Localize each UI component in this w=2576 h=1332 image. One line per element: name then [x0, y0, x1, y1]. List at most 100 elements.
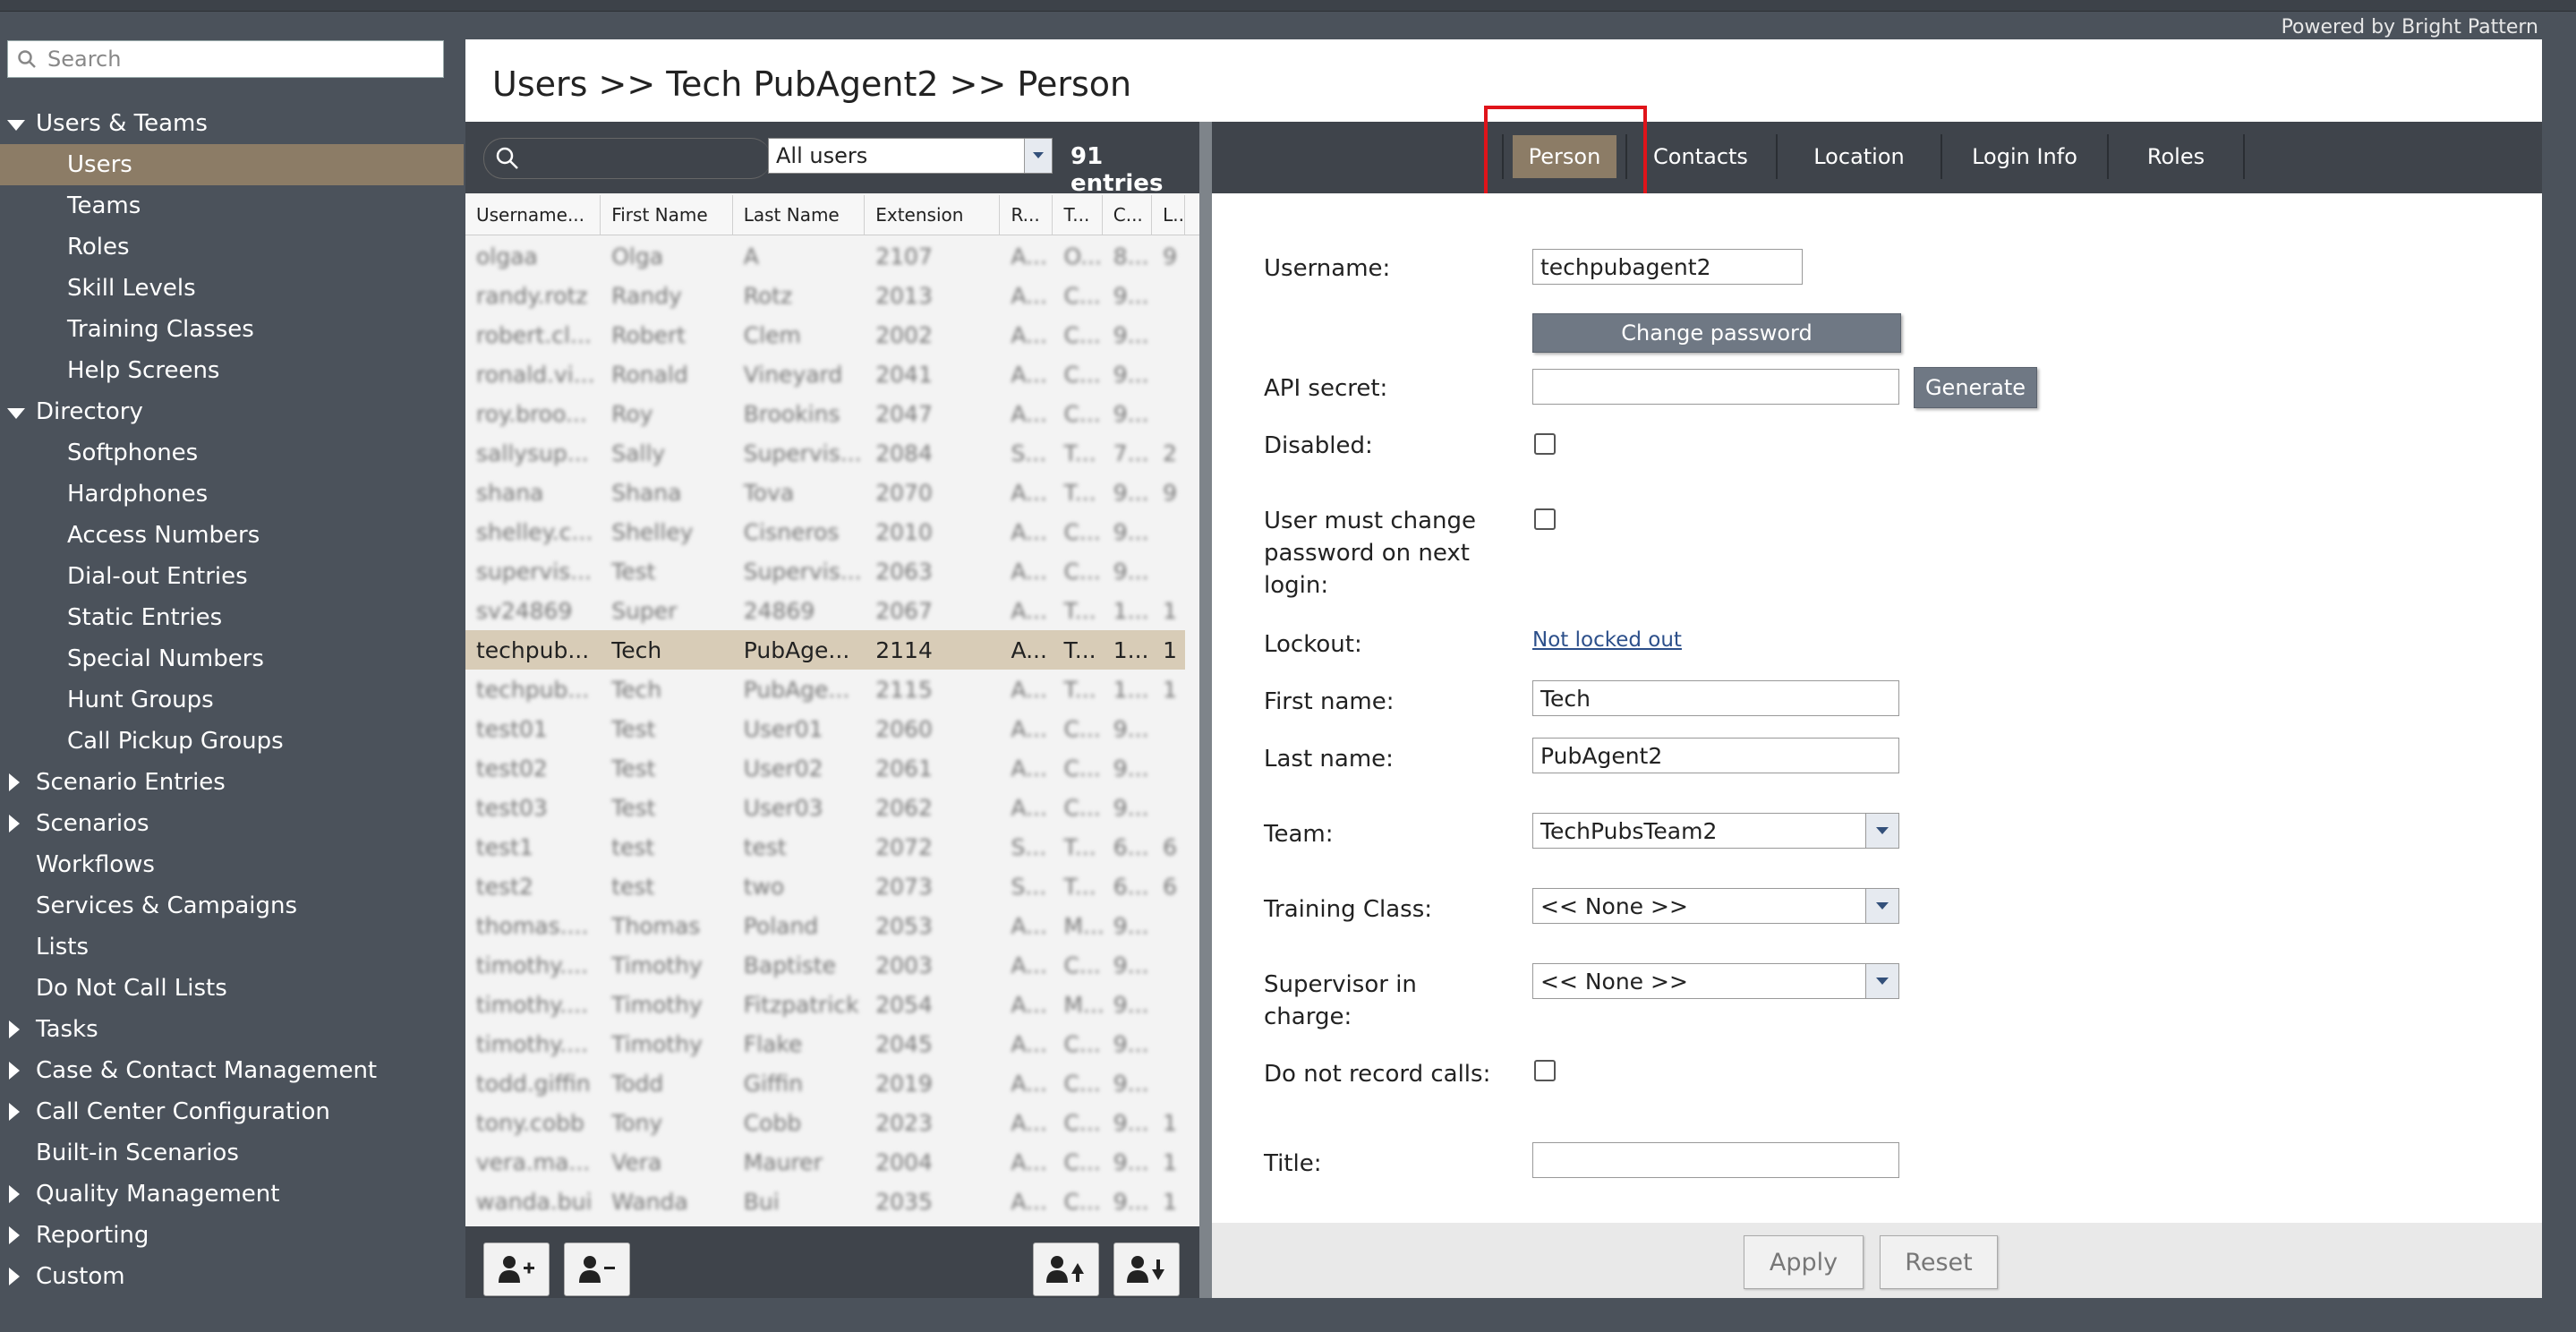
table-row[interactable]: shelley.c... Shelley Cisneros 2010 A... C... 9… — [465, 512, 1185, 551]
sidebar-item-scenarios[interactable]: Scenarios — [0, 803, 464, 844]
table-row[interactable]: test01 Test User01 2060 A... C... 9... — [465, 709, 1185, 748]
add-user-button[interactable] — [483, 1242, 550, 1296]
training-class-select[interactable]: << None >> — [1532, 888, 1899, 924]
column-header[interactable]: Last Name — [733, 195, 866, 235]
sidebar-item-softphones[interactable]: Softphones — [0, 432, 464, 474]
table-row[interactable]: thomas.... Thomas Poland 2053 A... M... 9... — [465, 906, 1185, 945]
table-row[interactable]: wanda.bui Wanda Bui 2035 A... C... 9... 1 — [465, 1182, 1185, 1221]
sidebar-item-roles[interactable]: Roles — [0, 226, 464, 268]
tab-login-info[interactable]: Login Info — [1942, 134, 2109, 179]
sidebar-search-input[interactable] — [46, 46, 425, 73]
title-field[interactable] — [1532, 1142, 1899, 1178]
sidebar-item-static-entries[interactable]: Static Entries — [0, 597, 464, 638]
tab-location[interactable]: Location — [1778, 134, 1942, 179]
sidebar-item-dial-out-entries[interactable]: Dial-out Entries — [0, 556, 464, 597]
table-row[interactable]: test2 test two 2073 S... T... 6... 6 — [465, 867, 1185, 906]
column-header[interactable]: C... — [1103, 195, 1153, 235]
api-secret-field[interactable] — [1532, 369, 1899, 405]
sidebar-item-call-pickup-groups[interactable]: Call Pickup Groups — [0, 721, 464, 762]
table-row[interactable]: timothy.... Timothy Fitzpatrick 2054 A... M..… — [465, 985, 1185, 1024]
table-row[interactable]: techpub... Tech PubAge... 2115 A... T... 1... 1 — [465, 670, 1185, 709]
table-row[interactable]: randy.rotz Randy Rotz 2013 A... C... 9... — [465, 276, 1185, 315]
expand-right-icon[interactable] — [9, 1062, 20, 1080]
expand-down-icon[interactable] — [7, 408, 25, 419]
first-name-field[interactable]: Tech — [1532, 680, 1899, 716]
sidebar-item-built-in-scenarios[interactable]: Built-in Scenarios — [0, 1132, 464, 1174]
column-header[interactable]: Extension — [865, 195, 1001, 235]
change-password-button[interactable]: Change password — [1532, 313, 1901, 353]
expand-right-icon[interactable] — [9, 773, 20, 791]
disabled-checkbox[interactable] — [1534, 433, 1556, 455]
last-name-field[interactable]: PubAgent2 — [1532, 738, 1899, 773]
list-search-field[interactable] — [483, 138, 771, 179]
sidebar-item-teams[interactable]: Teams — [0, 185, 464, 226]
apply-button[interactable]: Apply — [1744, 1235, 1864, 1289]
sidebar-item-special-numbers[interactable]: Special Numbers — [0, 638, 464, 679]
sidebar-item-access-numbers[interactable]: Access Numbers — [0, 515, 464, 556]
generate-button[interactable]: Generate — [1914, 367, 2037, 408]
table-row[interactable]: tony.cobb Tony Cobb 2023 A... C... 9... 1 — [465, 1103, 1185, 1142]
sidebar-item-custom[interactable]: Custom — [0, 1256, 464, 1297]
chevron-down-icon[interactable] — [1865, 964, 1898, 998]
sidebar-item-users-teams[interactable]: Users & Teams — [0, 103, 464, 144]
sidebar-item-help-screens[interactable]: Help Screens — [0, 350, 464, 391]
expand-right-icon[interactable] — [9, 1185, 20, 1203]
sidebar-item-quality-management[interactable]: Quality Management — [0, 1174, 464, 1215]
table-row[interactable]: roy.broo... Roy Brookins 2047 A... C... 9... — [465, 394, 1185, 433]
table-row[interactable]: vera.ma... Vera Maurer 2004 A... C... 9... 1 — [465, 1142, 1185, 1182]
sidebar-item-users[interactable]: Users — [0, 144, 464, 185]
sidebar-item-tasks[interactable]: Tasks — [0, 1009, 464, 1050]
table-row[interactable]: test03 Test User03 2062 A... C... 9... — [465, 788, 1185, 827]
column-header[interactable]: R... — [1000, 195, 1053, 235]
sidebar-item-skill-levels[interactable]: Skill Levels — [0, 268, 464, 309]
must-change-password-checkbox[interactable] — [1534, 508, 1556, 530]
table-row[interactable]: robert.cl... Robert Clem 2002 A... C... 9... — [465, 315, 1185, 354]
table-row[interactable]: test1 test test 2072 S... T... 6... 6 — [465, 827, 1185, 867]
reset-button[interactable]: Reset — [1880, 1235, 1998, 1289]
expand-right-icon[interactable] — [9, 815, 20, 832]
panel-splitter[interactable] — [1199, 122, 1212, 1298]
team-select[interactable]: TechPubsTeam2 — [1532, 813, 1899, 849]
sidebar-item-directory[interactable]: Directory — [0, 391, 464, 432]
chevron-down-icon[interactable] — [1865, 889, 1898, 923]
table-row[interactable]: sv24869 Super 24869 2067 A... T... 1... 1 — [465, 591, 1185, 630]
column-header[interactable]: T... — [1053, 195, 1103, 235]
username-field[interactable]: techpubagent2 — [1532, 249, 1803, 285]
lockout-link[interactable]: Not locked out — [1532, 628, 1682, 652]
sidebar-item-lists[interactable]: Lists — [0, 926, 464, 968]
supervisor-select[interactable]: << None >> — [1532, 963, 1899, 999]
user-filter-dropdown[interactable]: All users — [768, 138, 1053, 174]
column-header[interactable]: Username... — [465, 195, 601, 235]
sidebar-search[interactable] — [7, 40, 444, 78]
import-users-button[interactable] — [1033, 1242, 1099, 1296]
sidebar-item-training-classes[interactable]: Training Classes — [0, 309, 464, 350]
sidebar-item-case-contact-management[interactable]: Case & Contact Management — [0, 1050, 464, 1091]
table-row[interactable]: ronald.vi... Ronald Vineyard 2041 A... C... 9.… — [465, 354, 1185, 394]
expand-right-icon[interactable] — [9, 1226, 20, 1244]
chevron-down-icon[interactable] — [1024, 139, 1052, 173]
table-row[interactable]: todd.giffin Todd Giffin 2019 A... C... 9... — [465, 1063, 1185, 1103]
table-row[interactable]: timothy.... Timothy Flake 2045 A... C... 9... — [465, 1024, 1185, 1063]
chevron-down-icon[interactable] — [1865, 814, 1898, 848]
sidebar-item-call-center-configuration[interactable]: Call Center Configuration — [0, 1091, 464, 1132]
export-users-button[interactable] — [1113, 1242, 1180, 1296]
table-row[interactable]: sallysup... Sally Supervis... 2084 S... T... 7… — [465, 433, 1185, 473]
expand-down-icon[interactable] — [7, 120, 25, 131]
table-row[interactable]: test02 Test User02 2061 A... C... 9... — [465, 748, 1185, 788]
table-row[interactable]: timothy.... Timothy Baptiste 2003 A... C... 9.… — [465, 945, 1185, 985]
column-header[interactable]: L... — [1152, 195, 1185, 235]
sidebar-item-services-campaigns[interactable]: Services & Campaigns — [0, 885, 464, 926]
remove-user-button[interactable] — [564, 1242, 630, 1296]
sidebar-item-reporting[interactable]: Reporting — [0, 1215, 464, 1256]
expand-right-icon[interactable] — [9, 1103, 20, 1121]
table-row[interactable]: olgaa Olga A 2107 A... O... 8... 9 — [465, 236, 1185, 276]
expand-right-icon[interactable] — [9, 1020, 20, 1038]
sidebar-item-do-not-call-lists[interactable]: Do Not Call Lists — [0, 968, 464, 1009]
tab-roles[interactable]: Roles — [2109, 134, 2245, 179]
do-not-record-checkbox[interactable] — [1534, 1060, 1556, 1081]
table-row[interactable]: shana Shana Tova 2070 A... T... 9... 9 — [465, 473, 1185, 512]
sidebar-item-scenario-entries[interactable]: Scenario Entries — [0, 762, 464, 803]
tab-contacts[interactable]: Contacts — [1625, 134, 1778, 179]
sidebar-item-workflows[interactable]: Workflows — [0, 844, 464, 885]
table-row[interactable]: techpub... Tech PubAge... 2114 A... T... 1... 1 — [465, 630, 1185, 670]
